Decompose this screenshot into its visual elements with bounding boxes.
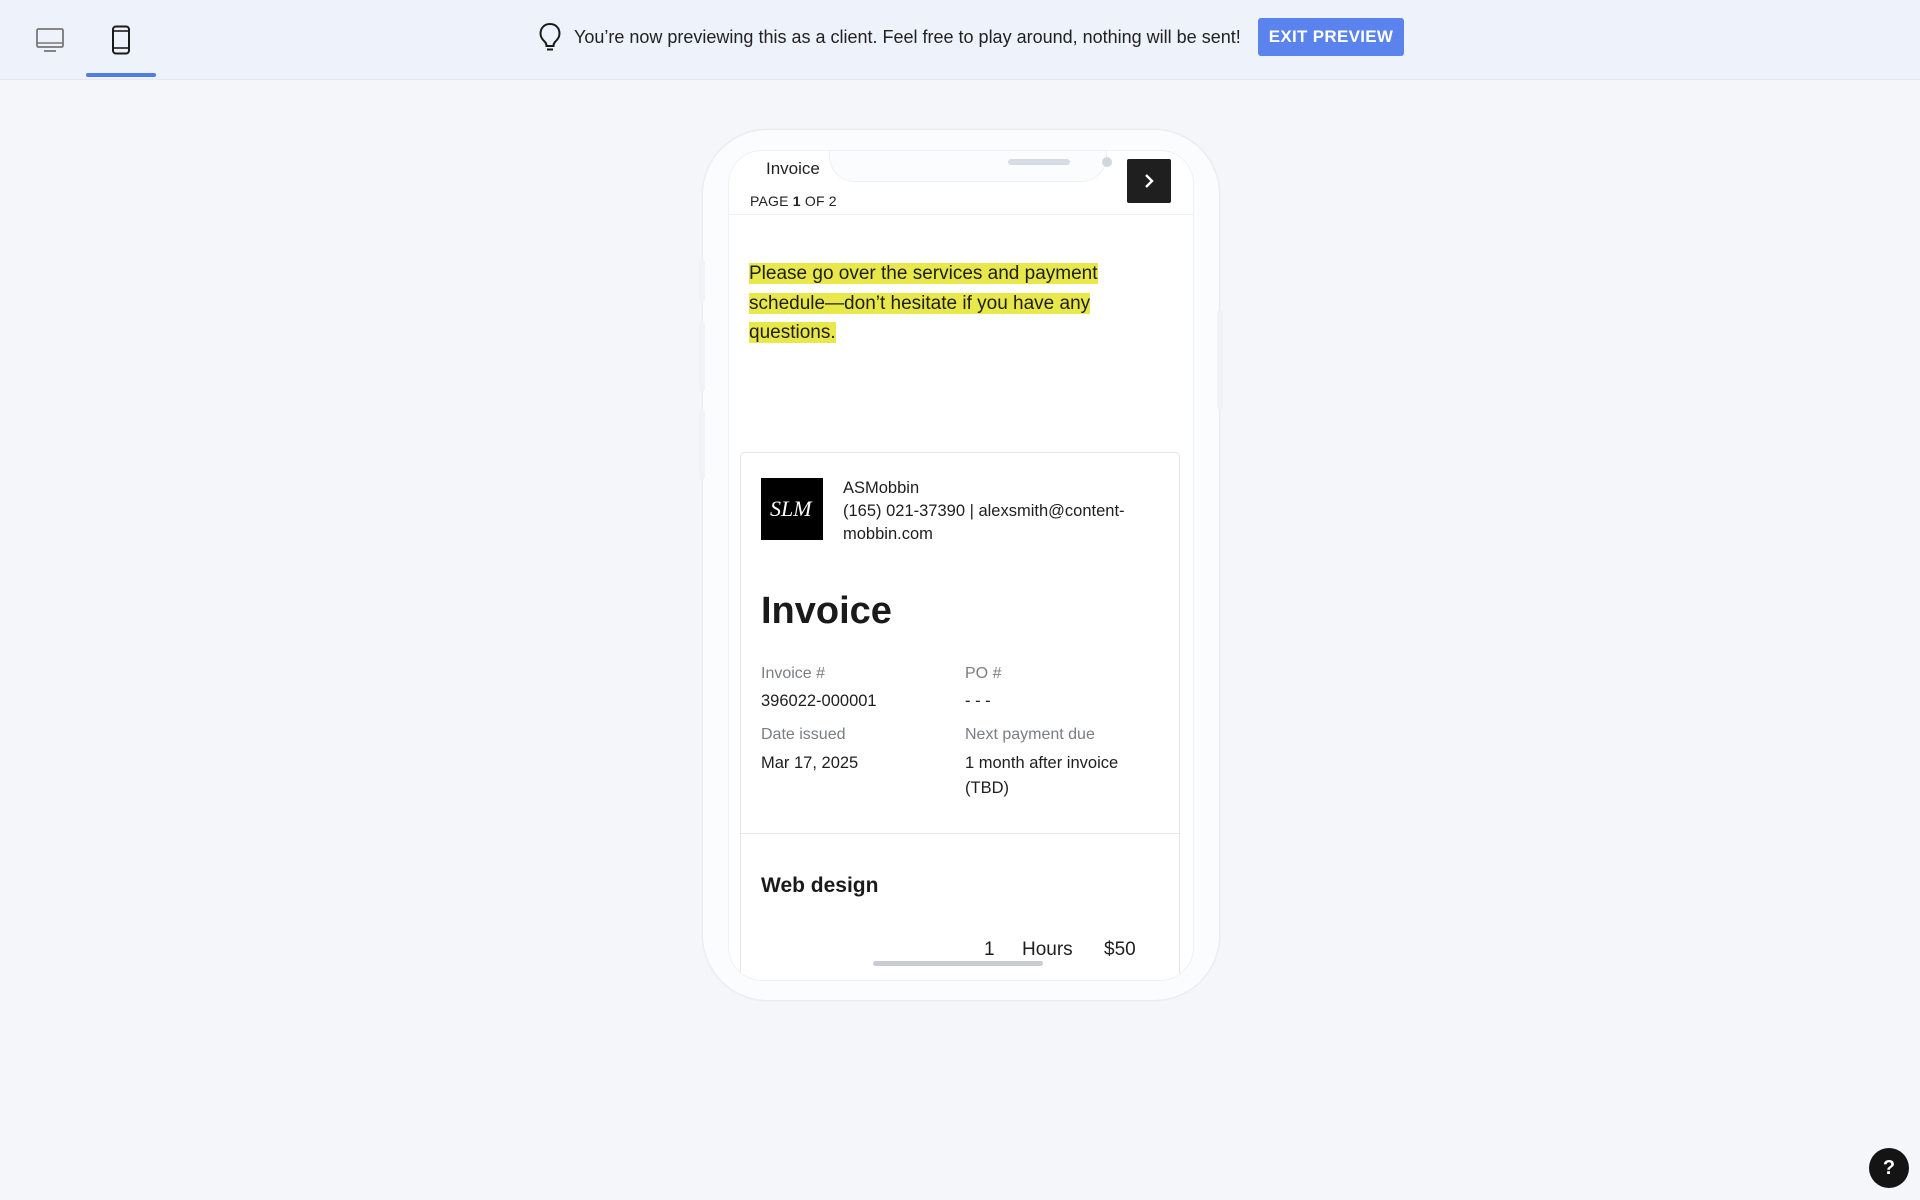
lightbulb-icon (539, 22, 561, 51)
company-logo: SLM (761, 478, 823, 540)
preview-topbar: You’re now previewing this as a client. … (0, 0, 1920, 80)
date-issued-label: Date issued (761, 726, 846, 743)
document-select-label: Invoice (766, 159, 820, 178)
preview-banner: You’re now previewing this as a client. … (538, 18, 1405, 56)
line-item-unit: Hours (1022, 939, 1073, 960)
page-current: 1 (792, 193, 801, 209)
next-page-button[interactable] (1127, 159, 1171, 203)
line-item-price: $50 (1104, 939, 1136, 960)
service-section-title: Web design (761, 874, 879, 897)
phone-notch (829, 151, 1112, 182)
card-divider (741, 833, 1179, 834)
home-indicator (873, 961, 1043, 966)
company-info: ASMobbin (165) 021-37390 | alexsmith@con… (843, 477, 1163, 546)
phone-side-button (699, 260, 705, 302)
invoice-number-label: Invoice # (761, 665, 826, 682)
chevron-right-icon (1145, 174, 1154, 188)
company-contact: (165) 021-37390 | alexsmith@content-mobb… (843, 502, 1125, 543)
po-number-value: - - - (965, 692, 991, 710)
phone-icon (112, 25, 130, 54)
help-button[interactable]: ? (1869, 1148, 1909, 1188)
phone-frame: Invoice PAGE 1 OF 2 Please go over the s… (699, 129, 1223, 1001)
highlighted-message-text: Please go over the services and payment … (749, 263, 1098, 343)
page-indicator: PAGE 1 OF 2 (750, 193, 837, 209)
phone-camera (1102, 157, 1112, 167)
company-name: ASMobbin (843, 479, 920, 497)
exit-preview-button[interactable]: EXIT PREVIEW (1257, 18, 1405, 56)
svg-text:SLM: SLM (770, 497, 813, 521)
phone-screen: Invoice PAGE 1 OF 2 Please go over the s… (728, 150, 1194, 981)
banner-text: You’re now previewing this as a client. … (574, 26, 1241, 47)
invoice-title: Invoice (761, 590, 892, 632)
phone-volume-down (699, 410, 705, 480)
next-payment-value: 1 month after invoice (TBD) (965, 754, 1119, 797)
logo-mark: SLM (770, 497, 813, 521)
page-prefix: PAGE (750, 193, 793, 209)
invoice-card: SLM ASMobbin (165) 021-37390 | alexsmith… (740, 452, 1180, 980)
desktop-view-toggle[interactable] (14, 0, 86, 79)
invoice-number-value: 396022-000001 (761, 692, 877, 710)
phone-volume-up (699, 322, 705, 392)
monitor-icon (36, 27, 64, 52)
mobile-view-toggle[interactable] (85, 0, 157, 79)
phone-speaker (1008, 159, 1070, 165)
po-number-label: PO # (965, 665, 1002, 682)
line-item-quantity: 1 (984, 939, 995, 960)
client-message: Please go over the services and payment … (749, 259, 1149, 348)
date-issued-value: Mar 17, 2025 (761, 754, 859, 772)
next-payment-label: Next payment due (965, 726, 1095, 743)
page-suffix: OF 2 (800, 193, 837, 209)
phone-power-button (1217, 310, 1223, 410)
